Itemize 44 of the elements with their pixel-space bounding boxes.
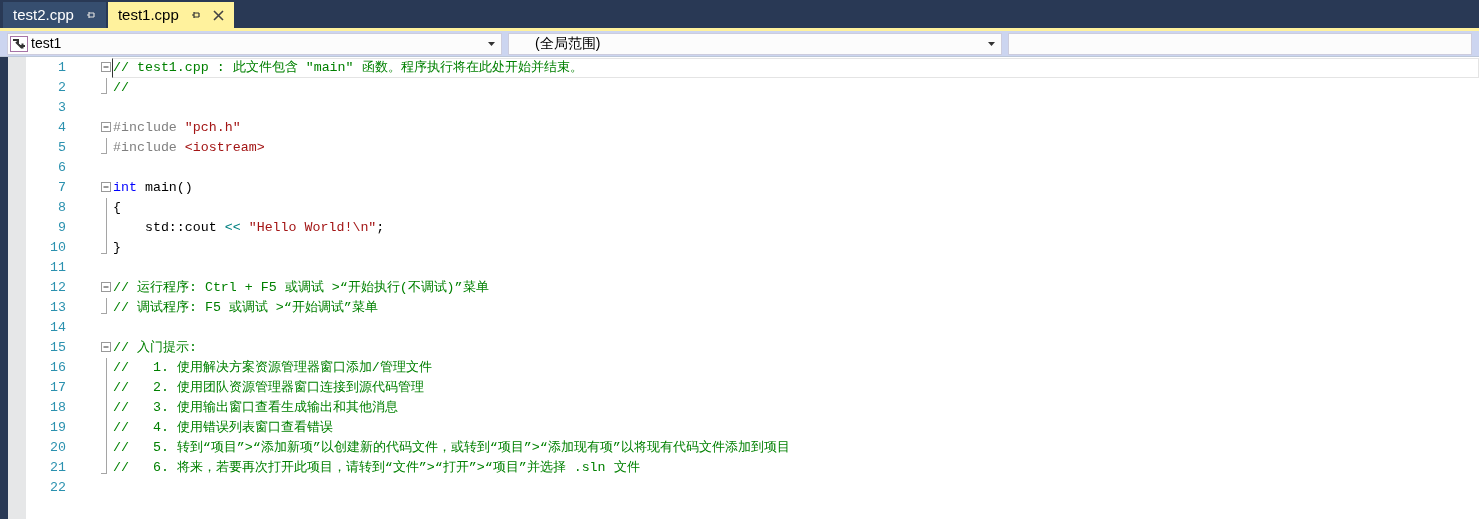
line-number: 21 — [49, 459, 66, 477]
line-number: 4 — [57, 119, 66, 137]
code-line: // 1. 使用解决方案资源管理器窗口添加/管理文件 — [112, 359, 433, 377]
line-number: 20 — [49, 439, 66, 457]
code-line: int main() — [112, 179, 194, 197]
line-number: 6 — [57, 159, 66, 177]
line-number: 3 — [57, 99, 66, 117]
code-line: // 入门提示: — [112, 339, 198, 357]
line-number: 19 — [49, 419, 66, 437]
line-number: 5 — [57, 139, 66, 157]
navigation-dropdown[interactable]: test1 — [7, 32, 502, 55]
code-line: // 调试程序: F5 或调试 >“开始调试”菜单 — [112, 299, 379, 317]
code-line: { — [112, 199, 122, 217]
line-number: 11 — [49, 259, 66, 277]
dropdown-value: (全局范围) — [534, 34, 601, 53]
file-tab[interactable]: test1.cpp — [107, 2, 234, 28]
line-number: 14 — [49, 319, 66, 337]
code-line: // 6. 将来，若要再次打开此项目，请转到“文件”>“打开”>“项目”并选择 .sln 文件 — [112, 459, 641, 477]
line-number: 9 — [57, 219, 66, 237]
code-line: #include <iostream> — [112, 139, 266, 157]
line-number: 7 — [57, 179, 66, 197]
dropdown-value: test1 — [31, 34, 62, 53]
line-number: 2 — [57, 79, 66, 97]
line-number: 12 — [49, 279, 66, 297]
navigation-dropdown[interactable]: (全局范围) — [508, 32, 1002, 55]
code-line: // 2. 使用团队资源管理器窗口连接到源代码管理 — [112, 379, 425, 397]
line-number: 10 — [49, 239, 66, 257]
code-line: std::cout << "Hello World!\n"; — [143, 219, 386, 237]
line-number: 18 — [49, 399, 66, 417]
line-number: 16 — [49, 359, 66, 377]
line-number: 17 — [49, 379, 66, 397]
file-tab[interactable]: test2.cpp — [3, 2, 106, 28]
line-number: 13 — [49, 299, 66, 317]
line-number: 8 — [57, 199, 66, 217]
line-number: 1 — [57, 59, 66, 77]
line-number: 15 — [49, 339, 66, 357]
code-line: #include "pch.h" — [112, 119, 242, 137]
code-line: // 3. 使用输出窗口查看生成输出和其他消息 — [112, 399, 399, 417]
code-line: // 5. 转到“项目”>“添加新项”以创建新的代码文件，或转到“项目”>“添加现有项”以将现有代码文件添加到项目 — [112, 439, 791, 457]
code-line: // 运行程序: Ctrl + F5 或调试 >“开始执行(不调试)”菜单 — [112, 279, 490, 297]
code-line: // 4. 使用错误列表窗口查看错误 — [112, 419, 334, 437]
code-line: } — [112, 239, 122, 257]
line-number: 22 — [49, 479, 66, 497]
code-line: // — [112, 79, 130, 97]
